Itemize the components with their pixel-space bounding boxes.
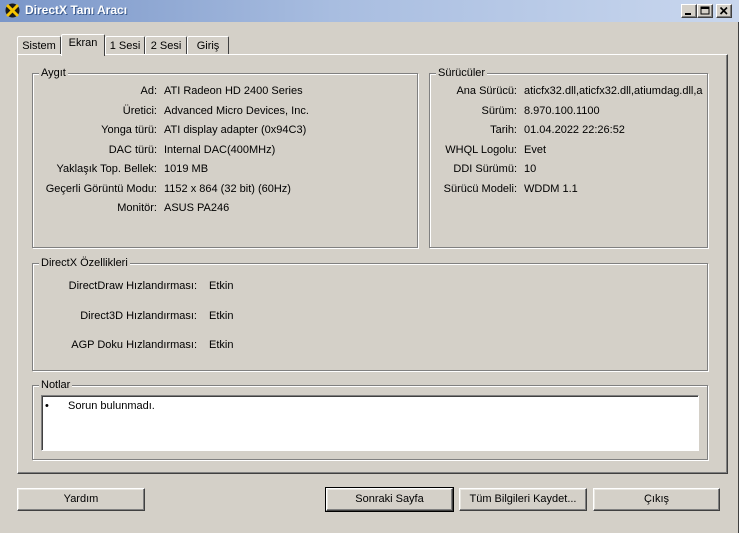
features-group-title: DirectX Özellikleri [39,257,130,270]
driver-date-value: 01.04.2022 22:26:52 [524,124,625,136]
maximize-icon [700,6,710,15]
driver-version-label: Sürüm: [481,105,517,117]
directx-features-group: DirectX Özellikleri DirectDraw Hızlandır… [32,257,708,371]
tab-label: Sistem [22,40,56,52]
save-all-button-label: Tüm Bilgileri Kaydet... [469,493,577,505]
exit-button-label: Çıkış [643,493,670,505]
device-group-title: Aygıt [39,67,68,80]
dac-type-label: DAC türü: [108,144,157,156]
notes-group-title: Notlar [39,379,73,392]
tab-giris[interactable]: Giriş [187,36,229,55]
display-mode-value: 1152 x 864 (32 bit) (60Hz) [164,183,291,195]
tab-1-sesi[interactable]: 1 Sesi [105,36,145,55]
whql-logo-label: WHQL Logolu: [445,144,517,156]
tab-label: 2 Sesi [150,40,182,52]
device-manufacturer-label: Üretici: [122,105,157,117]
next-page-button[interactable]: Sonraki Sayfa [325,487,454,512]
drivers-group-title: Sürücüler [436,67,488,80]
agp-texture-value: Etkin [209,339,234,351]
title-bar[interactable]: DirectX Tanı Aracı [0,0,739,22]
monitor-label: Monitör: [117,202,157,214]
whql-logo-value: Evet [524,144,547,156]
chip-type-label: Yonga türü: [101,124,157,136]
window-title: DirectX Tanı Aracı [25,3,128,17]
directdraw-value: Etkin [209,280,234,292]
direct3d-value: Etkin [209,310,234,322]
help-button-label: Yardım [63,493,99,505]
total-memory-label: Yaklaşık Top. Bellek: [56,163,157,175]
driver-version-value: 8.970.100.1100 [524,105,600,117]
note-text: Sorun bulunmadı. [68,400,155,412]
minimize-button[interactable] [681,4,697,18]
tab-label: Ekran [68,37,98,49]
main-driver-label: Ana Sürücü: [456,85,517,97]
help-button[interactable]: Yardım [17,488,145,511]
driver-model-label: Sürücü Modeli: [443,183,517,195]
direct3d-label: Direct3D Hızlandırması: [80,310,197,322]
ddi-version-value: 10 [524,163,537,175]
notes-textbox[interactable]: • Sorun bulunmadı. [41,395,699,451]
main-driver-value: aticfx32.dll,aticfx32.dll,atiumdag.dll,a [524,85,703,97]
directx-diagnostic-window: DirectX Tanı Aracı Sistem Ekran 1 Sesi 2… [0,0,739,533]
monitor-value: ASUS PA246 [164,202,230,214]
close-icon [719,6,728,15]
directdraw-label: DirectDraw Hızlandırması: [68,280,197,292]
tab-label: 1 Sesi [109,40,141,52]
tab-2-sesi[interactable]: 2 Sesi [145,36,187,55]
close-button[interactable] [716,4,732,18]
directx-app-icon [5,3,20,18]
note-bullet: • [45,400,49,412]
device-manufacturer-value: Advanced Micro Devices, Inc. [164,105,309,117]
driver-model-value: WDDM 1.1 [524,183,578,195]
maximize-button[interactable] [697,4,713,18]
minimize-icon [685,13,691,15]
device-name-label: Ad: [140,85,157,97]
total-memory-value: 1019 MB [164,163,209,175]
device-name-value: ATI Radeon HD 2400 Series [164,85,303,97]
drivers-group: Sürücüler Ana Sürücü: aticfx32.dll,aticf… [429,67,708,248]
save-all-information-button[interactable]: Tüm Bilgileri Kaydet... [459,488,587,511]
tab-ekran[interactable]: Ekran [61,34,105,56]
device-group: Aygıt Ad: ATI Radeon HD 2400 Series Üret… [32,67,418,248]
tab-label: Giriş [196,40,220,52]
tab-sistem[interactable]: Sistem [17,36,61,55]
chip-type-value: ATI display adapter (0x94C3) [164,124,307,136]
driver-date-label: Tarih: [490,124,517,136]
dac-type-value: Internal DAC(400MHz) [164,144,276,156]
display-mode-label: Geçerli Görüntü Modu: [45,183,157,195]
next-page-button-label: Sonraki Sayfa [355,493,424,505]
exit-button[interactable]: Çıkış [593,488,720,511]
agp-texture-label: AGP Doku Hızlandırması: [71,339,197,351]
ddi-version-label: DDI Sürümü: [453,163,517,175]
